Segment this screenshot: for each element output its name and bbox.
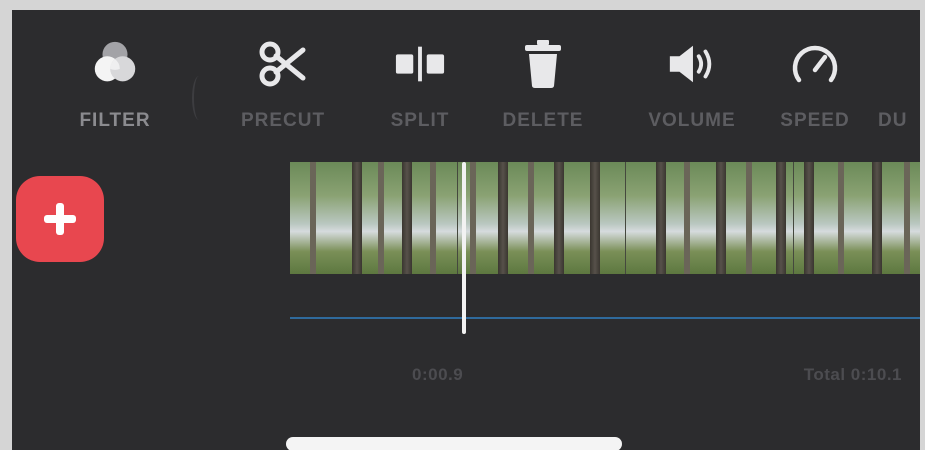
scissors-icon	[257, 38, 309, 90]
total-time: Total 0:10.1	[803, 365, 902, 384]
tool-filter-label: FILTER	[79, 110, 151, 131]
tool-speed-label: SPEED	[780, 110, 850, 131]
tool-speed[interactable]: SPEED	[755, 38, 875, 148]
plus-icon	[44, 203, 76, 235]
speedometer-icon	[789, 38, 841, 90]
tool-duration[interactable]: DU	[878, 38, 920, 148]
clip-thumbnail	[290, 162, 458, 274]
tool-volume[interactable]: VOLUME	[632, 38, 752, 148]
clip-timeline[interactable]	[290, 162, 920, 274]
tool-delete[interactable]: DELETE	[483, 38, 603, 148]
timeline-track-line	[290, 317, 920, 319]
tool-volume-label: VOLUME	[648, 110, 736, 131]
video-clip-thumbnails[interactable]	[290, 162, 920, 274]
speaker-icon	[666, 38, 718, 90]
tool-split-label: SPLIT	[390, 110, 450, 131]
filter-icon	[89, 38, 141, 90]
tool-split[interactable]: SPLIT	[360, 38, 480, 148]
tool-precut-label: PRECUT	[240, 110, 326, 131]
video-editor-screen: FILTER PRECUT SPLIT DELETE VOLUME SPEED …	[12, 10, 920, 450]
add-clip-button[interactable]	[16, 176, 104, 262]
clip-thumbnail	[458, 162, 626, 274]
clip-thumbnail	[794, 162, 920, 274]
duration-icon	[878, 38, 920, 90]
tool-delete-label: DELETE	[502, 110, 584, 131]
tool-precut[interactable]: PRECUT	[223, 38, 343, 148]
tool-duration-label: DU	[878, 110, 908, 131]
playhead[interactable]	[462, 162, 466, 334]
home-indicator[interactable]	[286, 437, 622, 450]
tool-filter[interactable]: FILTER	[55, 38, 175, 148]
split-icon	[394, 38, 446, 90]
trash-icon	[517, 38, 569, 90]
clip-thumbnail	[626, 162, 794, 274]
current-time: 0:00.9	[412, 365, 464, 384]
edit-toolbar: FILTER PRECUT SPLIT DELETE VOLUME SPEED …	[12, 38, 920, 148]
toolbar-divider	[192, 76, 206, 120]
